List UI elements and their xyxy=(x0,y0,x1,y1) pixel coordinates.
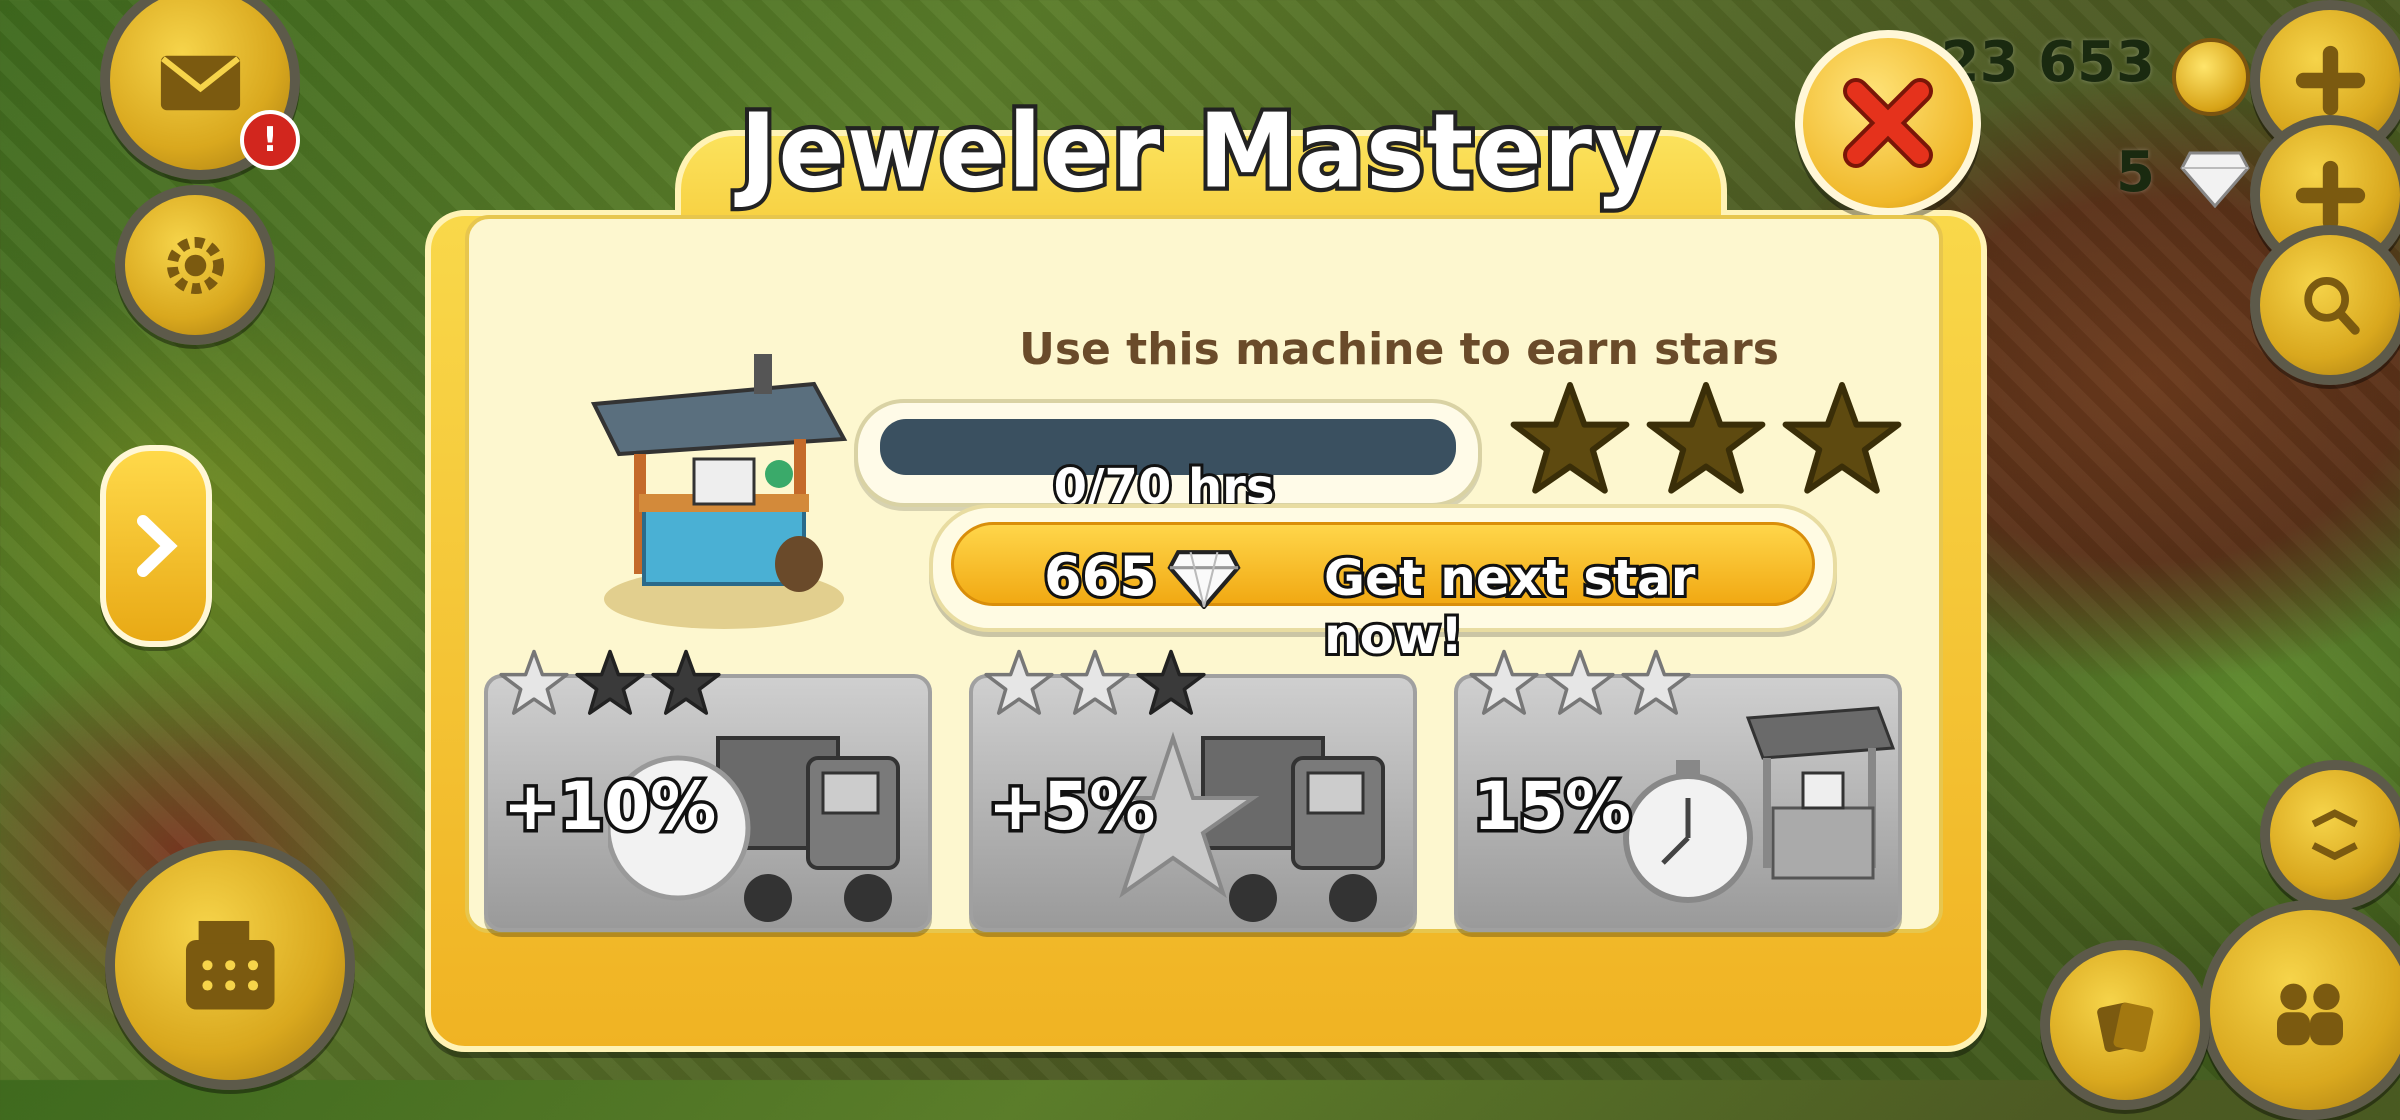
reward-card-1: +10% xyxy=(484,649,932,932)
coin-icon xyxy=(2172,38,2250,116)
reward-percent: +5% xyxy=(984,765,1158,849)
expand-arrows-icon xyxy=(2311,809,2359,861)
star-empty-icon xyxy=(1646,382,1766,494)
close-icon xyxy=(1843,78,1933,168)
friends-button[interactable] xyxy=(2200,900,2400,1120)
dialog-title: Jeweler Mastery xyxy=(736,88,1662,216)
get-next-star-button[interactable]: 665 Get next star now! xyxy=(929,504,1837,668)
dialog-subtitle: Use this machine to earn stars xyxy=(1019,324,1779,375)
gear-icon xyxy=(166,236,224,294)
star-empty-icon xyxy=(1510,382,1630,494)
layout-expand-button[interactable] xyxy=(2260,760,2400,910)
shop-register-button[interactable] xyxy=(105,840,355,1090)
search-button[interactable] xyxy=(2250,225,2400,385)
reward-percent: +10% xyxy=(499,765,719,849)
cards-button[interactable] xyxy=(2040,940,2210,1110)
dialog-body: Use this machine to earn stars 0/70 hrs … xyxy=(465,215,1943,933)
plus-icon xyxy=(2295,160,2365,230)
settings-button[interactable] xyxy=(115,185,275,345)
magnifier-icon xyxy=(2303,276,2360,335)
star-required-icon xyxy=(984,649,1054,715)
plus-icon xyxy=(2295,45,2365,115)
star-empty-icon xyxy=(1782,382,1902,494)
jeweler-machine-icon xyxy=(590,354,848,629)
mail-alert-badge: ! xyxy=(240,110,300,170)
get-next-star-button-face: 665 Get next star now! xyxy=(951,522,1815,668)
envelope-icon xyxy=(160,55,240,110)
diamond-icon xyxy=(1167,550,1241,609)
people-icon xyxy=(2277,983,2343,1046)
reward-card-2: +5% xyxy=(969,649,1417,932)
mastery-stars xyxy=(1509,379,1909,499)
cash-register-icon xyxy=(185,920,275,1010)
expand-side-menu-button[interactable] xyxy=(100,445,212,647)
diamond-count: 5 xyxy=(2116,140,2155,205)
reward-percent: 15% xyxy=(1470,765,1635,849)
diamond-icon xyxy=(2180,151,2250,208)
cards-icon xyxy=(2096,1002,2154,1052)
chevron-right-icon xyxy=(137,515,178,577)
star-required-icon xyxy=(499,649,569,715)
reward-card-3: 15% xyxy=(1454,649,1902,932)
star-required-icon xyxy=(1469,649,1539,715)
mastery-dialog: Jeweler Mastery Use this machine to earn… xyxy=(425,30,1987,1052)
star-cost: 665 xyxy=(1041,542,1160,611)
close-button[interactable] xyxy=(1795,30,1981,216)
